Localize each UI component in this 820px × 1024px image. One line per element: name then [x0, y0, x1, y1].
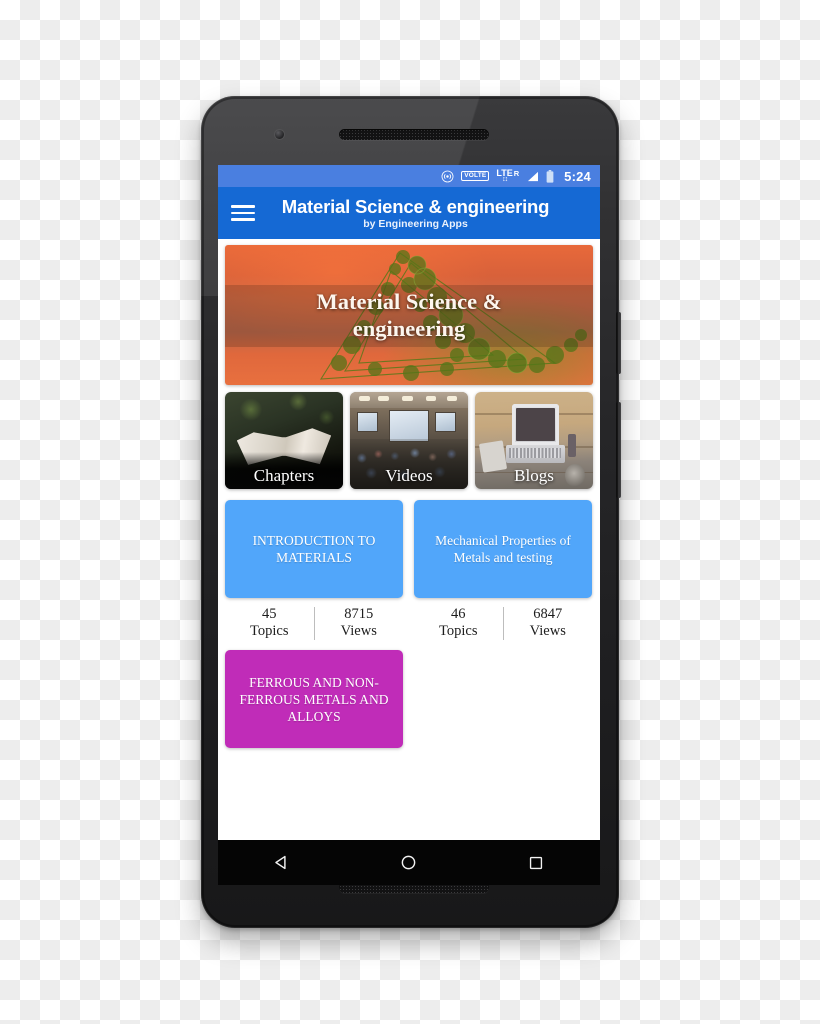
main-content: Material Science & engineering Chapters [218, 239, 600, 840]
topic-grid: INTRODUCTION TO MATERIALS 45 Topics 8715… [225, 500, 593, 748]
topic-stats: 45 Topics 8715 Views [225, 606, 403, 640]
topic-item: FERROUS AND NON-FERROUS METALS AND ALLOY… [225, 650, 403, 748]
projector-screen-left [357, 412, 378, 432]
hero-banner[interactable]: Material Science & engineering [225, 245, 593, 385]
category-label-chapters: Chapters [253, 466, 315, 485]
battery-icon [546, 169, 554, 183]
volte-label: VOLTE [461, 171, 490, 181]
topic-card-ferrous-and-non-ferrous[interactable]: FERROUS AND NON-FERROUS METALS AND ALLOY… [225, 650, 403, 748]
ceiling-light [425, 395, 437, 401]
topic-card-mechanical-properties[interactable]: Mechanical Properties of Metals and test… [414, 500, 592, 598]
category-row: Chapters Videos Blogs [225, 392, 593, 489]
category-card-videos[interactable]: Videos [350, 392, 468, 489]
category-label-blogs: Blogs [514, 466, 554, 485]
views-count-value: 6847 [533, 606, 563, 622]
topics-count-label: Topics [250, 623, 289, 639]
topic-title: Mechanical Properties of Metals and test… [435, 533, 571, 565]
hero-title: Material Science & engineering [225, 288, 593, 342]
category-card-blogs[interactable]: Blogs [475, 392, 593, 489]
topics-count-stat: 45 Topics [225, 606, 314, 640]
ceiling-light [359, 395, 371, 401]
topic-item: INTRODUCTION TO MATERIALS 45 Topics 8715… [225, 500, 403, 640]
topic-card-introduction-to-materials[interactable]: INTRODUCTION TO MATERIALS [225, 500, 403, 598]
volume-button[interactable] [616, 402, 621, 498]
status-bar: VOLTE LTE ↕↕ R 5:24 [218, 165, 600, 187]
hamburger-menu-icon[interactable] [231, 201, 255, 225]
smartphone-image [568, 433, 577, 457]
topics-count-value: 45 [262, 606, 277, 622]
topics-count-label: Topics [439, 623, 478, 639]
app-bar: Material Science & engineering by Engine… [218, 187, 600, 239]
views-count-label: Views [340, 623, 377, 639]
volte-icon: VOLTE [461, 171, 490, 181]
topics-count-stat: 46 Topics [414, 606, 503, 640]
app-subtitle: by Engineering Apps [363, 217, 468, 230]
views-count-stat: 6847 Views [504, 606, 593, 640]
laptop-keyboard-image [505, 445, 565, 463]
ceiling-light [446, 395, 458, 401]
views-count-stat: 8715 Views [315, 606, 404, 640]
topics-count-value: 46 [451, 606, 466, 622]
signal-icon [526, 171, 539, 182]
home-button-icon[interactable] [386, 846, 432, 880]
projector-screen-main [388, 410, 429, 442]
hero-title-line-1: Material Science & [316, 289, 502, 314]
android-navigation-bar [218, 840, 600, 885]
hotspot-icon [441, 170, 454, 183]
roaming-label: R [513, 169, 520, 178]
front-camera-icon [275, 130, 284, 139]
ceiling-light [378, 395, 389, 401]
phone-screen: VOLTE LTE ↕↕ R 5:24 Material Science & e… [218, 165, 600, 840]
recent-apps-button-icon[interactable] [513, 846, 559, 880]
power-button[interactable] [616, 312, 621, 374]
status-bar-clock: 5:24 [564, 168, 591, 184]
page-title: Material Science & engineering [281, 195, 550, 217]
ceiling-light [401, 395, 413, 401]
views-count-value: 8715 [344, 606, 374, 622]
topic-title: FERROUS AND NON-FERROUS METALS AND ALLOY… [239, 674, 389, 724]
topic-title: INTRODUCTION TO MATERIALS [252, 533, 376, 565]
category-card-chapters[interactable]: Chapters [225, 392, 343, 489]
back-button-icon[interactable] [259, 846, 305, 880]
lte-icon: LTE ↕↕ R [496, 168, 520, 184]
category-label-videos: Videos [385, 466, 433, 485]
phone-device: VOLTE LTE ↕↕ R 5:24 Material Science & e… [201, 96, 621, 928]
app-bar-titles: Material Science & engineering by Engine… [255, 196, 600, 231]
topic-item: Mechanical Properties of Metals and test… [414, 500, 592, 640]
projector-screen-right [434, 412, 456, 432]
laptop-screen-image [511, 403, 559, 446]
topic-stats: 46 Topics 6847 Views [414, 606, 592, 640]
views-count-label: Views [529, 623, 566, 639]
earpiece-speaker [339, 129, 489, 140]
hero-title-line-2: engineering [352, 316, 466, 341]
